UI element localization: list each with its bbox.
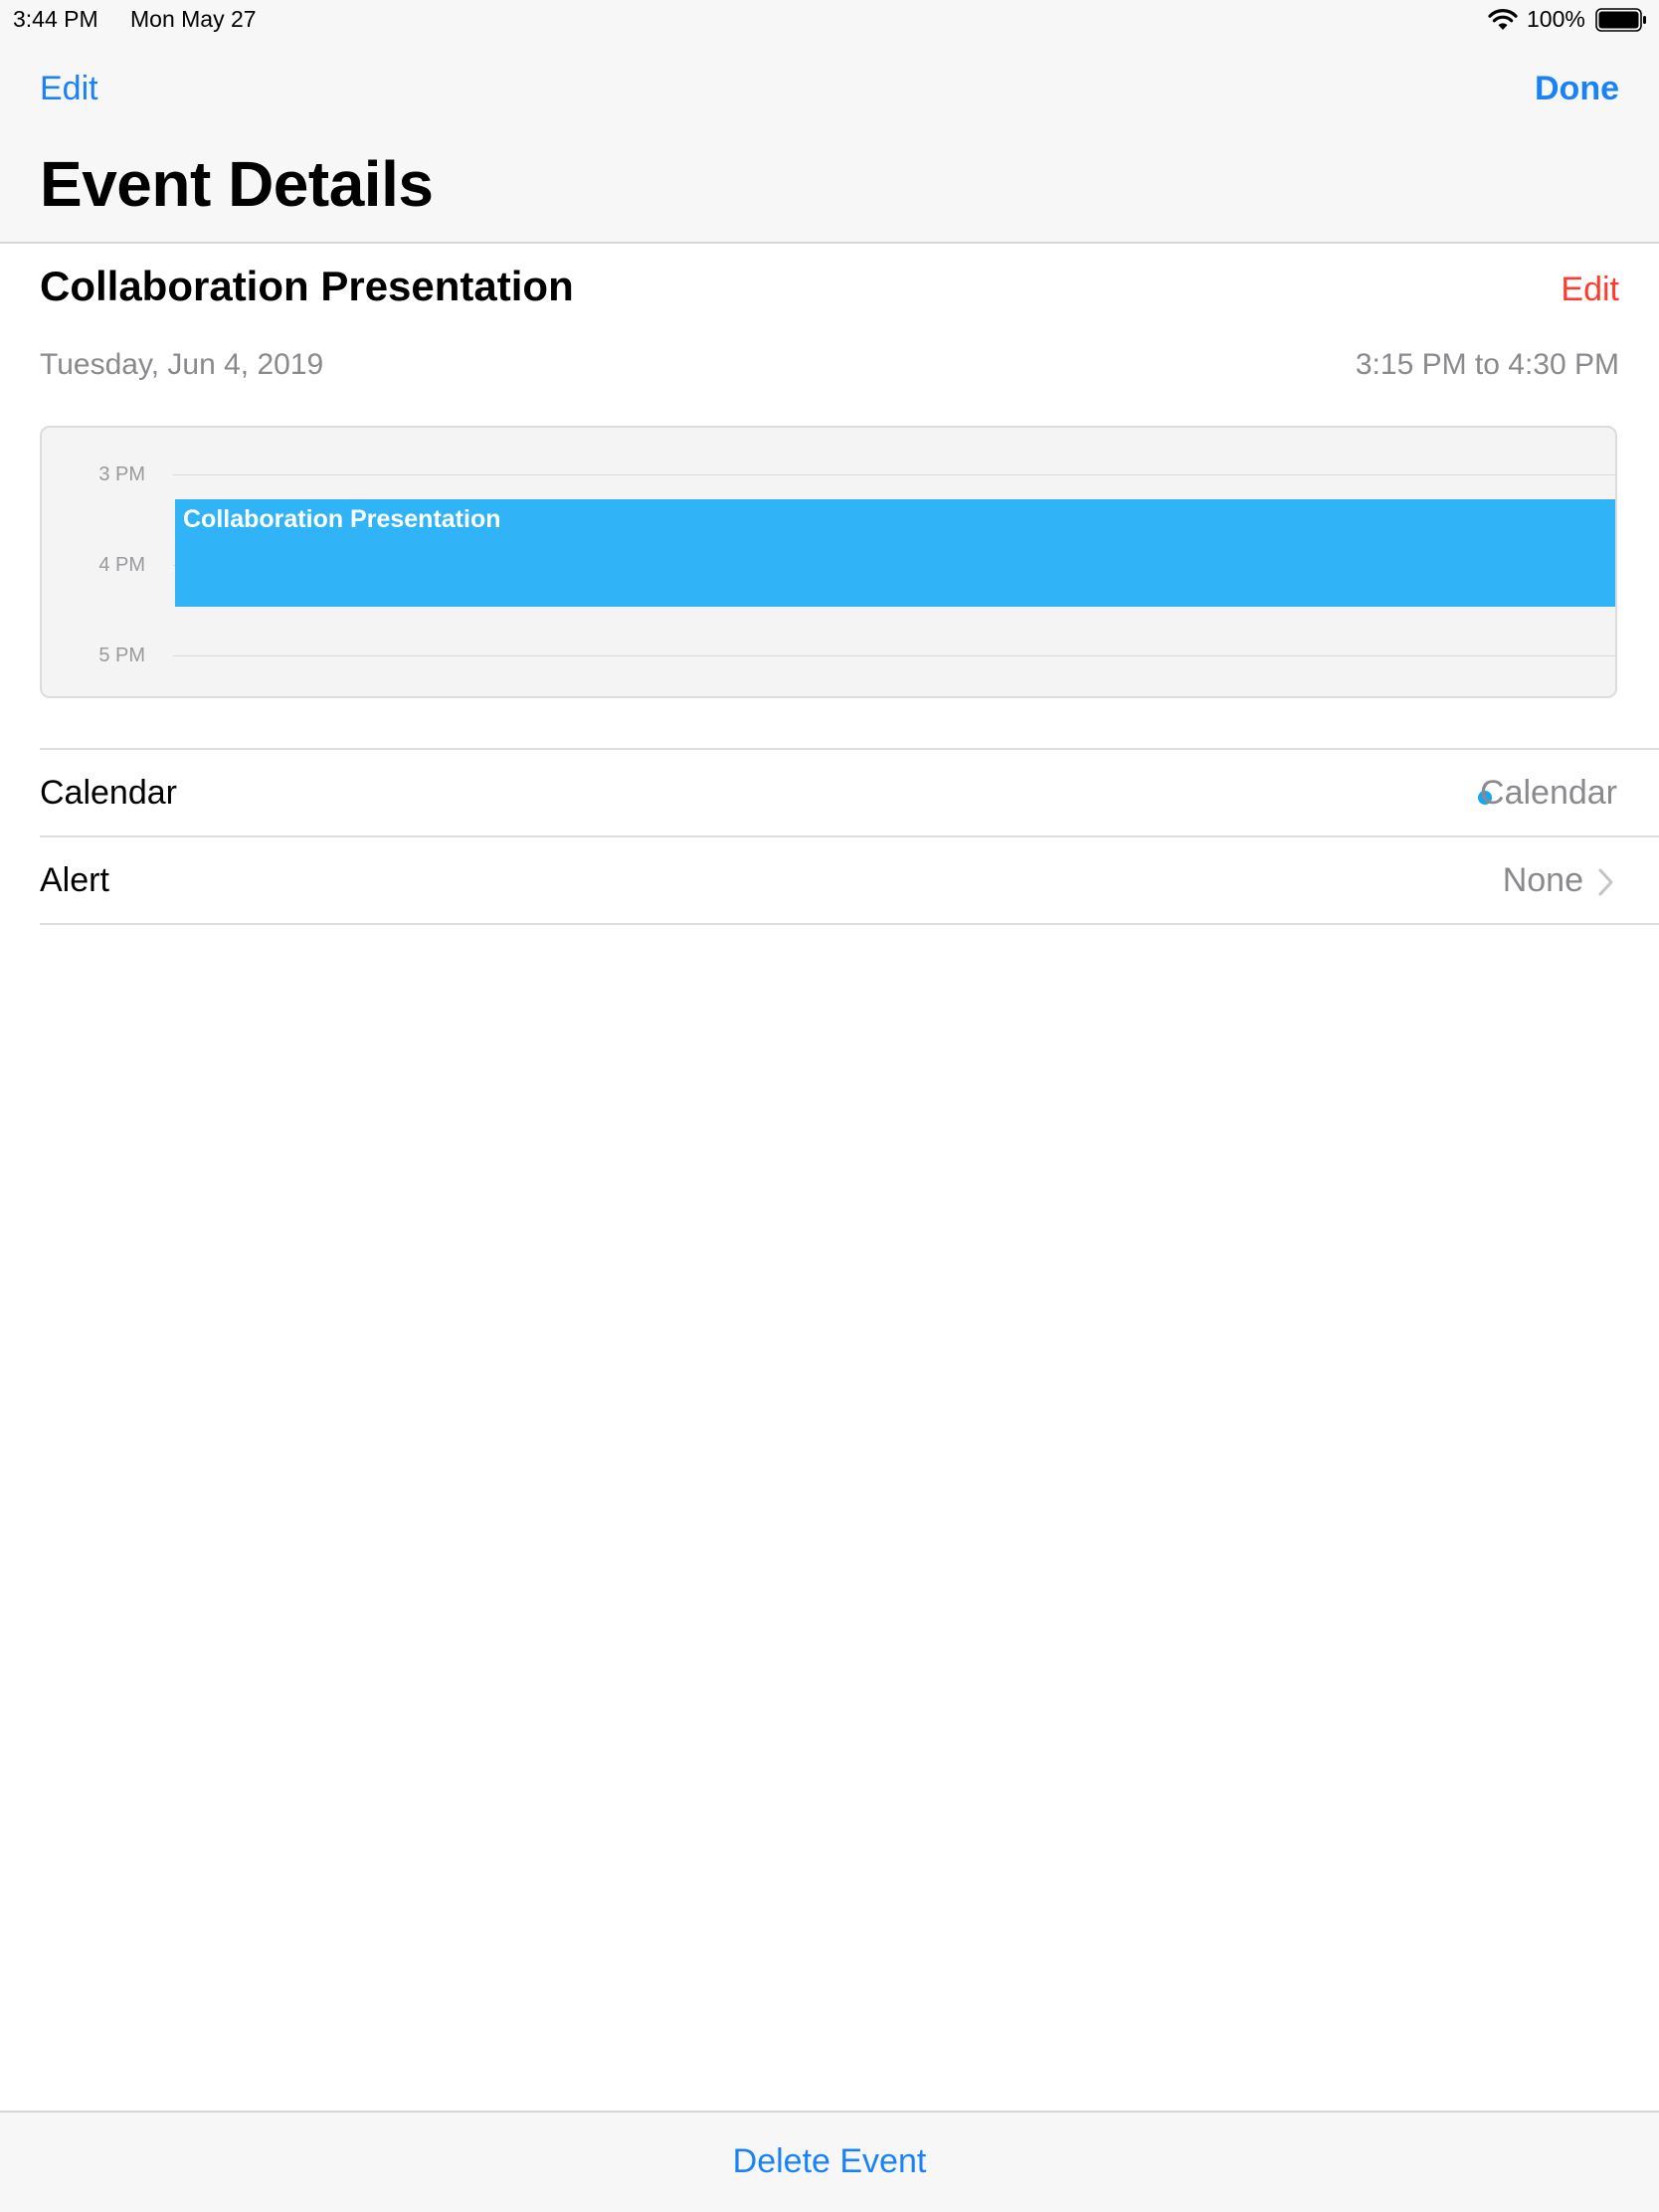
- hour-label-4pm: 4 PM: [98, 554, 145, 576]
- hour-label-5pm: 5 PM: [98, 645, 145, 666]
- calendar-row-value: Calendar: [1480, 774, 1617, 812]
- navigation-header: Edit Done Event Details: [0, 40, 1659, 244]
- status-date: Mon May 27: [130, 6, 257, 32]
- event-time-range: 3:15 PM to 4:30 PM: [1355, 348, 1619, 381]
- hour-label-3pm: 3 PM: [98, 463, 145, 485]
- chevron-right-icon: [1598, 868, 1613, 896]
- calendar-row-label: Calendar: [40, 774, 177, 812]
- alert-row-label: Alert: [40, 861, 109, 899]
- row-divider: [40, 923, 1659, 925]
- bottom-toolbar: Delete Event: [0, 2111, 1659, 2212]
- timeline-event-label: Collaboration Presentation: [183, 505, 501, 533]
- calendar-row: Calendar Calendar: [40, 748, 1659, 835]
- hour-gridline: [173, 474, 1615, 475]
- event-date: Tuesday, Jun 4, 2019: [40, 348, 324, 381]
- event-edit-button[interactable]: Edit: [1561, 271, 1619, 309]
- battery-icon: [1595, 8, 1646, 32]
- timeline-event-block[interactable]: Collaboration Presentation: [175, 499, 1615, 607]
- battery-percentage: 100%: [1527, 6, 1585, 32]
- done-button[interactable]: Done: [1535, 70, 1619, 108]
- event-title: Collaboration Presentation: [40, 263, 574, 309]
- wifi-icon: [1488, 9, 1518, 30]
- delete-event-button[interactable]: Delete Event: [0, 2142, 1659, 2181]
- status-time: 3:44 PM: [13, 6, 98, 32]
- nav-edit-button[interactable]: Edit: [40, 70, 98, 108]
- day-timeline-preview: 3 PM 4 PM 5 PM Collaboration Presentatio…: [40, 426, 1617, 698]
- page-title: Event Details: [40, 148, 434, 220]
- hour-gridline: [173, 655, 1615, 656]
- alert-row-value: None: [1502, 861, 1583, 899]
- status-bar: 3:44 PM Mon May 27 100%: [0, 0, 1659, 40]
- alert-row[interactable]: Alert None: [40, 835, 1659, 923]
